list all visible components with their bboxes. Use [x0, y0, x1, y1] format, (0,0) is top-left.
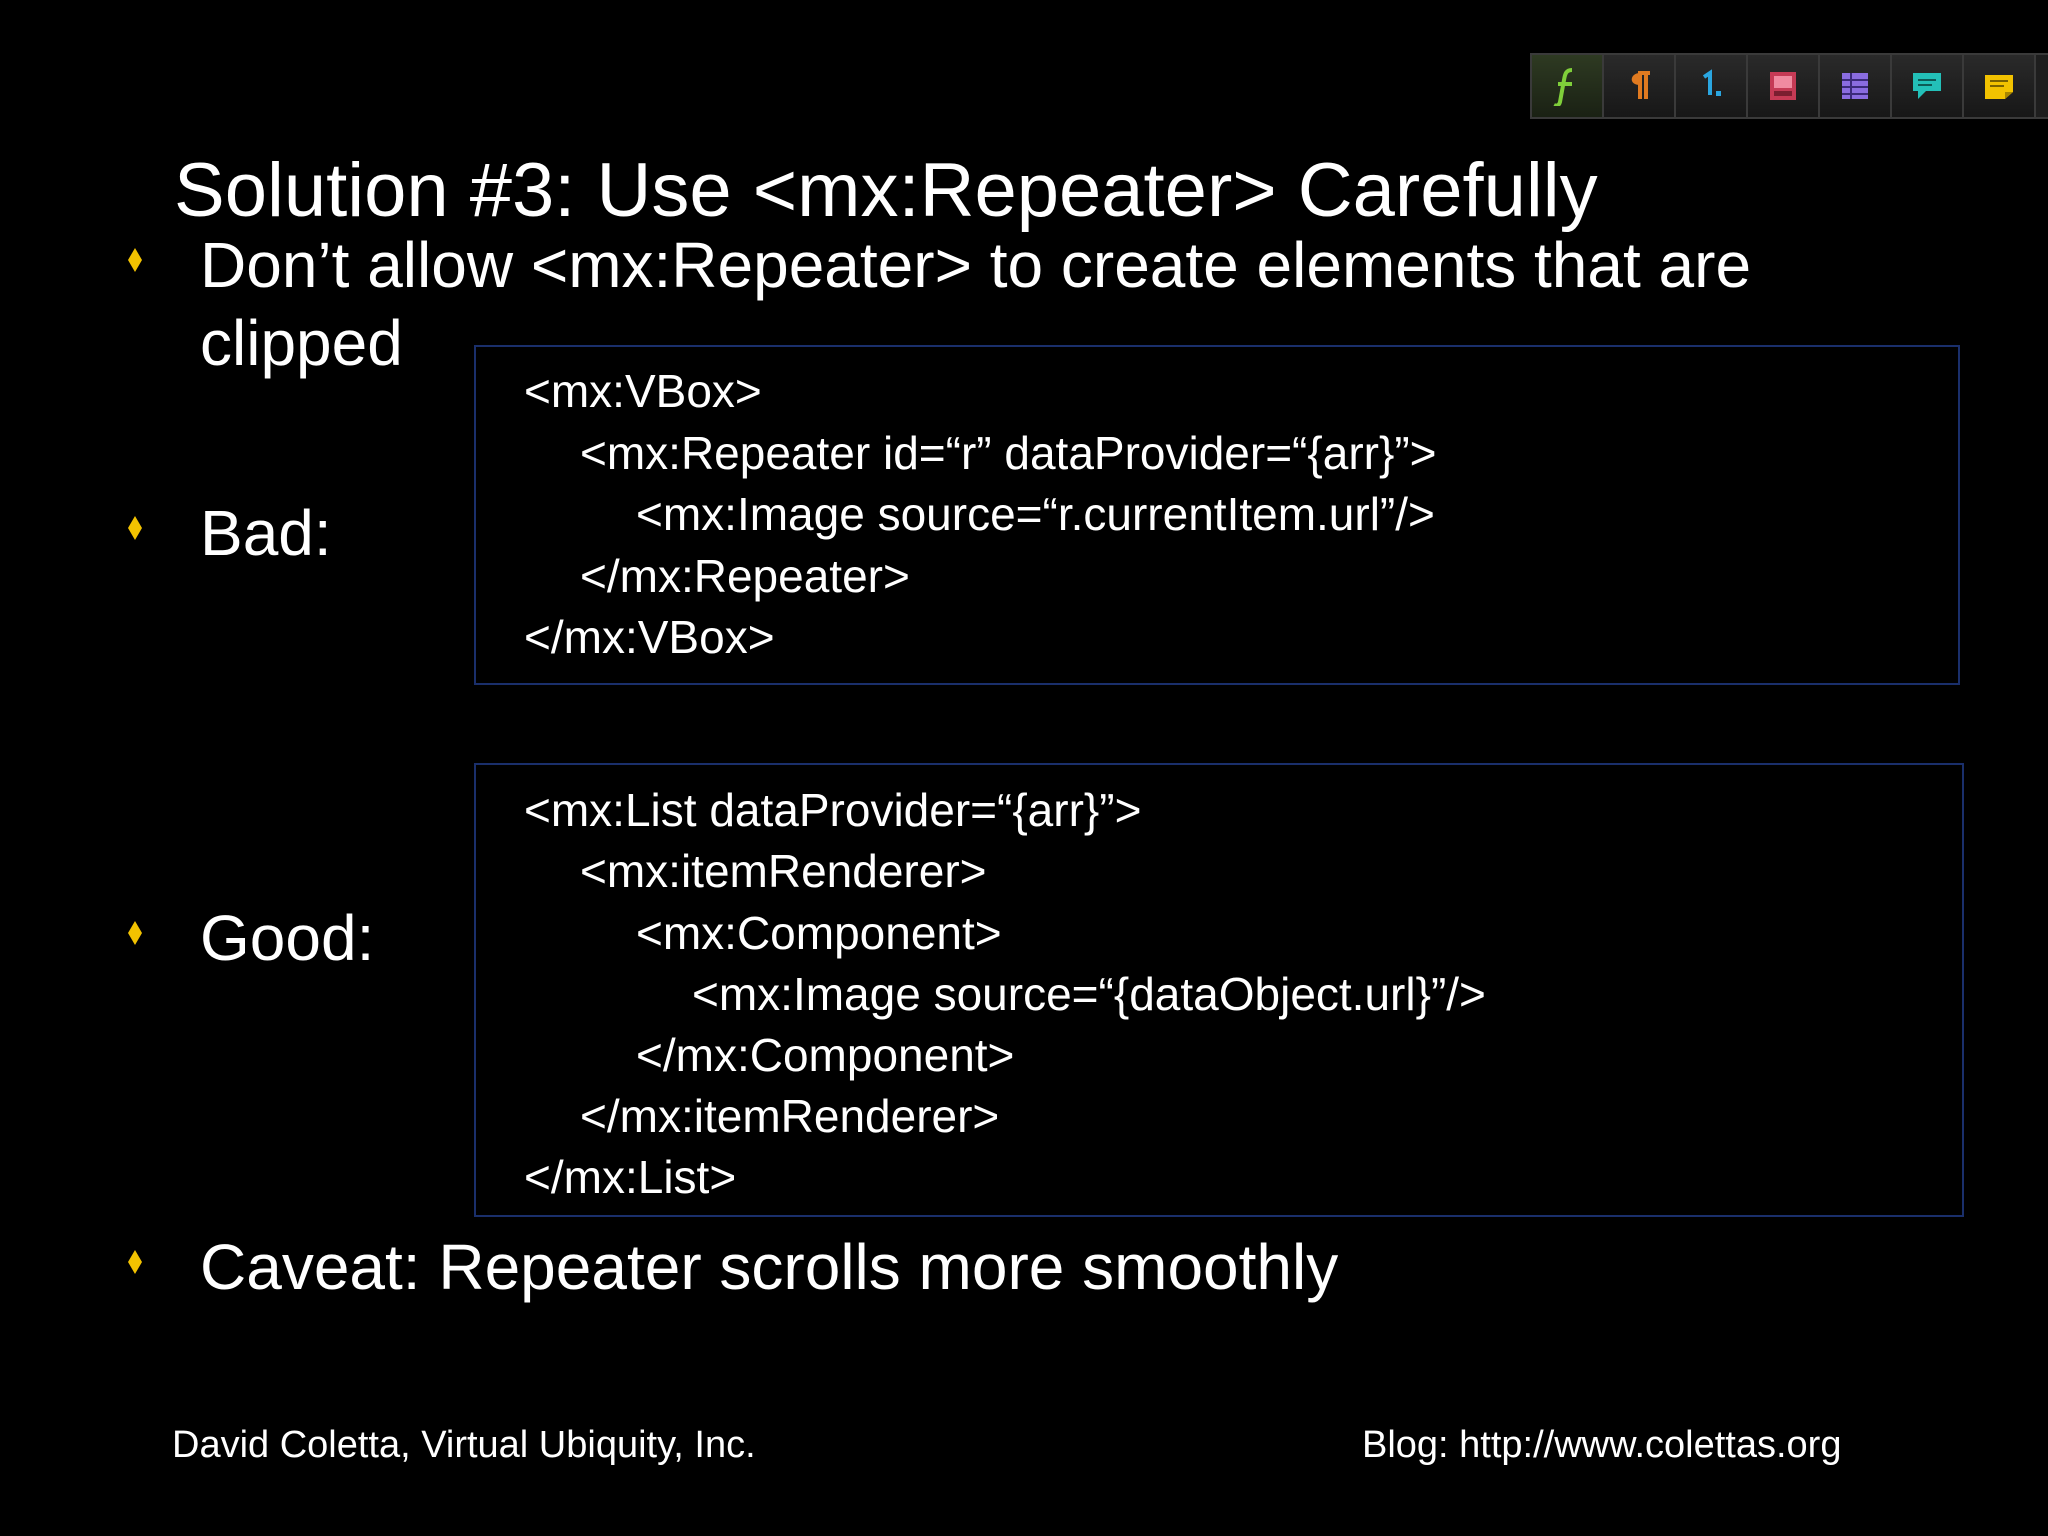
bullet-diamond-icon	[128, 1250, 142, 1274]
bullet-caveat: Caveat: Repeater scrolls more smoothly	[200, 1231, 1339, 1303]
table-button[interactable]	[1820, 55, 1892, 117]
note-icon	[1985, 75, 2013, 99]
code-line: </mx:Component>	[636, 1029, 1015, 1081]
code-line: <mx:Component>	[636, 907, 1002, 959]
numbered-list-button[interactable]	[1676, 55, 1748, 117]
bullet-clipping-line1: Don’t allow <mx:Repeater> to create elem…	[200, 229, 1752, 301]
bullet-diamond-icon	[128, 921, 142, 945]
formula-button[interactable]	[1532, 55, 1604, 117]
paragraph-button[interactable]	[1604, 55, 1676, 117]
code-line: </mx:List>	[524, 1151, 737, 1203]
code-line: <mx:itemRenderer>	[580, 845, 987, 897]
bullet-good: Good:	[200, 902, 375, 974]
bullet-clipping-line2: clipped	[200, 307, 403, 379]
bullet-diamond-icon	[128, 516, 142, 540]
code-line: <mx:List dataProvider=“{arr}”>	[524, 784, 1142, 836]
code-line: <mx:VBox>	[524, 365, 762, 417]
code-line: </mx:Repeater>	[580, 550, 910, 602]
code-line: </mx:itemRenderer>	[580, 1090, 1000, 1142]
picture-button[interactable]	[1748, 55, 1820, 117]
code-line: <mx:Repeater id=“r” dataProvider=“{arr}”…	[580, 427, 1437, 479]
formatting-toolbar	[1530, 53, 2048, 119]
code-line: </mx:VBox>	[524, 611, 775, 663]
code-line: <mx:Image source=“r.currentItem.url”/>	[636, 488, 1435, 540]
comment-icon	[1913, 73, 1941, 99]
footer-blog-link[interactable]: Blog: http://www.colettas.org	[1362, 1420, 1841, 1470]
bullet-diamond-icon	[128, 248, 142, 272]
code-box-good: <mx:List dataProvider=“{arr}”> <mx:itemR…	[474, 763, 1964, 1217]
numbered-list-icon	[1702, 69, 1721, 96]
bullet-bad: Bad:	[200, 497, 332, 569]
formula-icon	[1553, 68, 1573, 106]
pilcrow-icon	[1631, 71, 1650, 99]
table-icon	[1842, 73, 1868, 99]
footer-author: David Coletta, Virtual Ubiquity, Inc.	[172, 1424, 756, 1466]
picture-icon	[1770, 72, 1796, 100]
code-line: <mx:Image source=“{dataObject.url}”/>	[692, 968, 1486, 1020]
slide-title: Solution #3: Use <mx:Repeater> Carefully	[174, 148, 1598, 233]
comment-button[interactable]	[1892, 55, 1964, 117]
note-button[interactable]	[1964, 55, 2036, 117]
code-box-bad: <mx:VBox> <mx:Repeater id=“r” dataProvid…	[474, 345, 1960, 685]
